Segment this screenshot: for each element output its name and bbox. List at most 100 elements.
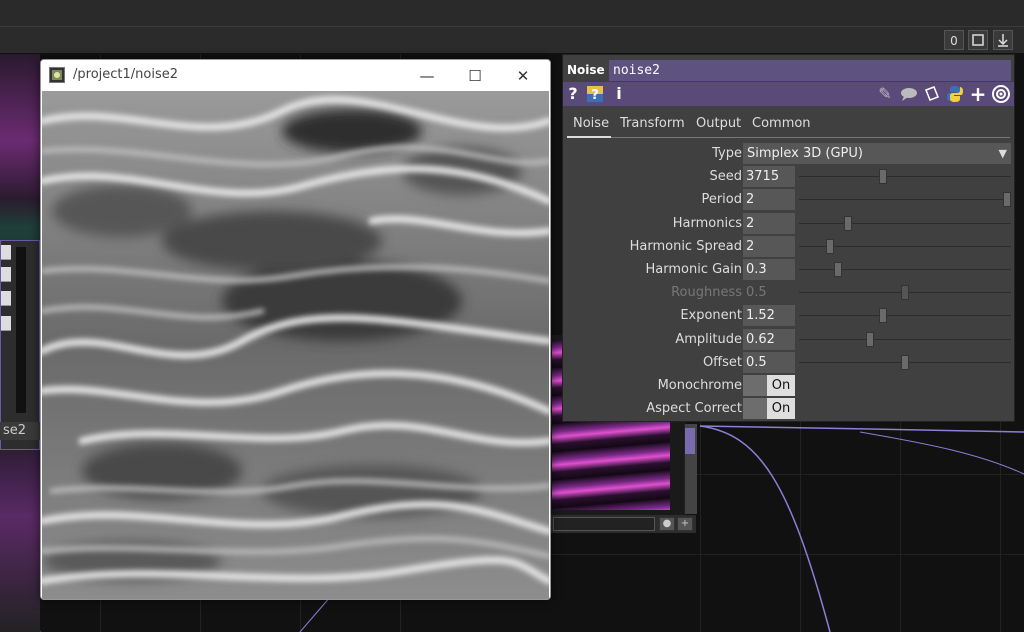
node-left[interactable] xyxy=(0,240,40,450)
edit-icon[interactable]: ✎ xyxy=(876,84,894,104)
tab-output[interactable]: Output xyxy=(696,116,741,131)
maximize-button[interactable]: ☐ xyxy=(452,63,498,89)
tab-transform[interactable]: Transform xyxy=(620,116,685,131)
node-flag-button[interactable] xyxy=(1,291,11,306)
toggle-state: On xyxy=(767,398,795,419)
app-icon xyxy=(49,67,65,83)
slider-track-harmonics[interactable] xyxy=(799,223,1011,224)
slider-handle-harmonics[interactable] xyxy=(844,216,852,231)
param-value-period[interactable]: 2 xyxy=(743,189,795,210)
param-row-roughness: Roughness 0.5 xyxy=(563,282,1014,304)
operator-name-field[interactable]: noise2 xyxy=(609,60,1011,81)
param-value-harmonics[interactable]: 2 xyxy=(743,213,795,234)
scrollbar-thumb[interactable] xyxy=(685,428,695,454)
slider-handle-period[interactable] xyxy=(1003,192,1011,207)
target-icon[interactable] xyxy=(991,84,1011,104)
help-icon[interactable]: ? xyxy=(566,84,580,104)
node-flag-button[interactable] xyxy=(1,316,11,331)
add-icon[interactable]: + xyxy=(677,517,693,531)
param-tabs: Noise Transform Output Common xyxy=(563,113,1014,137)
viewer-title: /project1/noise2 xyxy=(73,67,178,82)
slider-handle-exponent[interactable] xyxy=(879,308,887,323)
python-help-icon[interactable]: ? xyxy=(585,84,605,104)
counter-button[interactable]: 0 xyxy=(944,30,964,50)
slider-track-seed[interactable] xyxy=(799,176,1011,177)
tab-divider xyxy=(567,137,1010,138)
param-label-seed: Seed xyxy=(709,169,743,184)
param-row-type: Type Simplex 3D (GPU) ▼ xyxy=(563,143,1014,165)
param-label-harmonic-gain: Harmonic Gain xyxy=(645,262,743,277)
toggle-monochrome[interactable]: On xyxy=(743,375,795,396)
viewer-titlebar[interactable]: /project1/noise2 — ☐ ✕ xyxy=(41,60,550,91)
viewer-window[interactable]: /project1/noise2 — ☐ ✕ xyxy=(40,59,551,600)
toggle-state: On xyxy=(767,375,795,396)
param-value-exponent[interactable]: 1.52 xyxy=(743,305,795,326)
title-bar xyxy=(0,0,1024,27)
node-flag-button[interactable] xyxy=(1,267,11,282)
type-dropdown[interactable]: Simplex 3D (GPU) ▼ xyxy=(743,143,1011,164)
param-row-monochrome: Monochrome On xyxy=(563,375,1014,397)
add-icon[interactable]: + xyxy=(969,84,987,104)
tab-common[interactable]: Common xyxy=(752,116,811,131)
param-label-harmonic-spread: Harmonic Spread xyxy=(629,239,742,254)
toggle-aspect-correct[interactable]: On xyxy=(743,398,795,419)
toggle-off-segment xyxy=(743,375,767,396)
type-dropdown-value: Simplex 3D (GPU) xyxy=(747,146,863,161)
node-preview xyxy=(16,247,26,413)
node-name-field[interactable] xyxy=(553,517,655,531)
param-row-aspect-correct: Aspect Correct On xyxy=(563,398,1014,420)
python-icon[interactable] xyxy=(945,84,965,104)
param-value-amplitude[interactable]: 0.62 xyxy=(743,329,795,350)
param-label-harmonics: Harmonics xyxy=(672,216,742,231)
param-row-harmonic-gain: Harmonic Gain 0.3 xyxy=(563,259,1014,281)
param-value-offset[interactable]: 0.5 xyxy=(743,352,795,373)
slider-handle-harmonic-gain[interactable] xyxy=(834,262,842,277)
slider-handle-offset[interactable] xyxy=(901,355,909,370)
square-icon[interactable] xyxy=(968,30,988,50)
param-icon-bar: ? ? i ✎ + xyxy=(563,82,1014,106)
param-row-exponent: Exponent 1.52 xyxy=(563,305,1014,327)
viewer-dot-icon[interactable]: ● xyxy=(659,517,675,531)
node-flag-button[interactable] xyxy=(1,245,11,260)
node-name-label: se2 xyxy=(0,422,40,440)
param-label-exponent: Exponent xyxy=(680,308,742,323)
slider-track-harmonic-gain[interactable] xyxy=(799,269,1011,270)
param-value-seed[interactable]: 3715 xyxy=(743,166,795,187)
param-label-type: Type xyxy=(712,146,742,161)
svg-text:?: ? xyxy=(591,88,599,103)
info-icon[interactable]: i xyxy=(613,84,625,104)
param-row-seed: Seed 3715 xyxy=(563,166,1014,188)
param-row-harmonics: Harmonics 2 xyxy=(563,213,1014,235)
slider-handle-harmonic-spread[interactable] xyxy=(826,239,834,254)
param-value-harmonic-gain[interactable]: 0.3 xyxy=(743,259,795,280)
slider-handle-seed[interactable] xyxy=(879,169,887,184)
clone-icon[interactable] xyxy=(922,84,942,104)
parameter-panel[interactable]: Noise noise2 ? ? i ✎ + Noise Transform O… xyxy=(562,54,1015,422)
slider-track-amplitude[interactable] xyxy=(799,339,1011,340)
param-row-offset: Offset 0.5 xyxy=(563,352,1014,374)
param-label-period: Period xyxy=(701,192,742,207)
arrow-down-icon[interactable] xyxy=(993,30,1013,50)
slider-handle-amplitude[interactable] xyxy=(866,332,874,347)
toggle-off-segment xyxy=(743,398,767,419)
slider-track-period[interactable] xyxy=(799,199,1011,200)
slider-handle-roughness[interactable] xyxy=(901,285,909,300)
param-value-harmonic-spread[interactable]: 2 xyxy=(743,236,795,257)
tab-noise[interactable]: Noise xyxy=(573,116,609,131)
network-toolbar: 0 xyxy=(0,27,1024,54)
chevron-down-icon: ▼ xyxy=(998,147,1007,160)
param-row-amplitude: Amplitude 0.62 xyxy=(563,329,1014,351)
slider-track-exponent[interactable] xyxy=(799,315,1011,316)
param-header: Noise noise2 xyxy=(563,57,1014,81)
param-label-amplitude: Amplitude xyxy=(675,332,742,347)
param-label-roughness: Roughness xyxy=(671,285,742,300)
param-value-roughness[interactable]: 0.5 xyxy=(743,282,795,303)
minimize-button[interactable]: — xyxy=(404,63,450,89)
operator-type: Noise xyxy=(567,63,605,77)
active-tab-indicator xyxy=(567,136,611,138)
close-button[interactable]: ✕ xyxy=(500,63,546,89)
param-row-harmonic-spread: Harmonic Spread 2 xyxy=(563,236,1014,258)
comment-icon[interactable] xyxy=(899,84,919,104)
param-label-aspect-correct: Aspect Correct xyxy=(646,401,742,416)
noise-preview-canvas[interactable] xyxy=(42,91,549,599)
